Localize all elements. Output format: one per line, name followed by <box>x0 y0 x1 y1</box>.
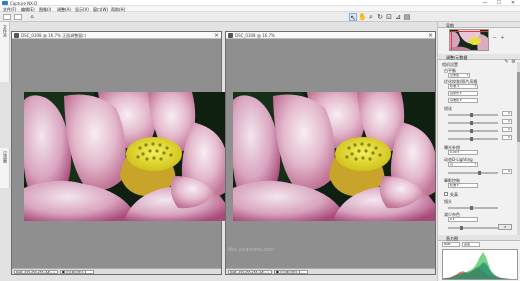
histogram-plot <box>442 249 518 280</box>
crop-icon[interactable]: ⊡ <box>385 13 393 21</box>
image-status-bar: RGB: 255,255,255 (ΔE:...) ■ 显示图示警示 ▾ <box>12 268 221 274</box>
pointer-icon[interactable]: ↖ <box>349 13 357 22</box>
sharpen-slider[interactable] <box>448 113 498 117</box>
noise-reset-button[interactable]: ↺ <box>498 224 512 230</box>
contrast-value[interactable]: 0 <box>502 119 512 124</box>
edit-icon[interactable]: ✎ <box>504 60 509 65</box>
navigator-header[interactable]: 导航 <box>438 22 520 28</box>
more-icon[interactable]: ▤ <box>403 13 411 21</box>
image-window-name: DSC_0308 @ 16.7% <box>235 33 275 38</box>
view-button[interactable] <box>14 14 22 20</box>
saturation-value[interactable]: 0 <box>502 135 512 140</box>
image-window-2[interactable]: DSC_0308 @ 16.7% × RGB: 255,255,255 (ΔE:… <box>225 31 436 275</box>
rgb-readout: RGB: 255,255,255 (ΔE:...) <box>228 270 272 274</box>
photo-lotus <box>233 92 435 221</box>
folder-tab-label: 文件夹 <box>3 25 8 37</box>
hand-icon[interactable]: ✋ <box>358 13 367 21</box>
photo-lotus <box>24 92 226 221</box>
brightness-value[interactable]: 0 <box>502 127 512 132</box>
filter-tab-label: 过滤器 <box>3 151 8 163</box>
image-icon <box>14 33 19 38</box>
contrast-slider[interactable] <box>448 121 498 125</box>
filter-panel-tab[interactable]: 过滤器 <box>0 148 10 188</box>
saturation-slider[interactable] <box>448 137 498 141</box>
straighten-icon[interactable]: ⊿ <box>394 13 402 21</box>
histogram-chart <box>443 252 517 279</box>
vignette-dropdown[interactable]: 标准 ▾ <box>448 183 478 188</box>
image-window-name: DSC_0308 @ 16.7% 正面调整窗口 <box>21 33 87 38</box>
toolbar: ⌂ ↖ ✋ ⌕ ↻ ⊡ ⊿ ▤ <box>0 12 520 22</box>
browse-button[interactable] <box>3 14 11 20</box>
zoom-out-icon[interactable]: − <box>492 36 497 41</box>
white-balance-dropdown[interactable]: 记录值 ▾ <box>448 73 470 78</box>
navigator-viewport[interactable] <box>451 31 488 50</box>
zoom-in-icon[interactable]: + <box>500 36 505 41</box>
image-window-1[interactable]: DSC_0308 @ 16.7% 正面调整窗口 × RGB: 255,255,2… <box>11 31 226 275</box>
navigator-thumbnail[interactable] <box>449 29 489 51</box>
watermark: bbs.ylcamera.com <box>228 247 275 253</box>
close-icon[interactable]: × <box>428 32 433 39</box>
image-status-bar: RGB: 255,255,255 (ΔE:...) ■ 显示图示警示 ▾ <box>226 268 435 274</box>
sub-dropdown-1[interactable]: 自然光 ▾ <box>448 91 478 96</box>
active-dlighting-dropdown[interactable]: 高 ▾ <box>448 162 478 167</box>
right-panel: 导航 − + 调整/元数据 ✎ ⚙ 相机设置 白平衡 记录值 ▾ 优化校准/照片风… <box>437 22 520 281</box>
dlighting-value[interactable]: 0 <box>502 169 512 174</box>
image-icon <box>228 33 233 38</box>
lens-label: 镜头 <box>444 199 452 204</box>
lens-slider[interactable] <box>448 206 498 210</box>
zoom-icon[interactable]: ⌕ <box>367 13 375 21</box>
exposure-dropdown[interactable]: 0.00 ▾ <box>448 150 478 155</box>
rgb-readout: RGB: 255,255,255 (ΔE:...) <box>14 270 58 274</box>
histogram-mode-dropdown[interactable]: 亮度 <box>462 242 480 247</box>
rotate-icon[interactable]: ↻ <box>376 13 384 21</box>
histogram-green-series <box>443 252 517 279</box>
distortion-checkbox[interactable] <box>444 192 448 196</box>
settings-icon[interactable]: ⚙ <box>511 60 516 65</box>
histogram-channel-dropdown[interactable]: RGB <box>442 242 460 247</box>
folder-panel-tab[interactable]: 文件夹 <box>0 22 10 82</box>
noise-dropdown[interactable]: 0 ▾ <box>448 217 478 222</box>
sharpen-label: 锐化 <box>444 106 452 111</box>
histogram-header[interactable]: 直方图 <box>438 235 520 241</box>
image-window-title[interactable]: DSC_0308 @ 16.7% × <box>226 32 435 39</box>
close-icon[interactable]: × <box>214 32 219 39</box>
sub-dropdown-2[interactable]: 基准值 ▾ <box>448 98 478 103</box>
noise-slider[interactable] <box>448 226 498 230</box>
lotus-image <box>233 92 435 221</box>
dlighting-slider[interactable] <box>448 171 498 175</box>
sharpen-value[interactable]: 0 <box>502 111 512 116</box>
brightness-slider[interactable] <box>448 129 498 133</box>
distortion-label: 失真 <box>450 192 458 197</box>
home-icon[interactable]: ⌂ <box>28 13 36 21</box>
image-window-title[interactable]: DSC_0308 @ 16.7% 正面调整窗口 × <box>12 32 221 39</box>
lotus-image <box>24 92 226 221</box>
picture-control-dropdown[interactable]: 标准_S ▾ <box>448 84 478 89</box>
app-icon <box>2 1 8 5</box>
adjust-title: 调整/元数据 <box>446 55 468 60</box>
highlight-warning-toggle[interactable]: ■ 显示图示警示 ▾ <box>274 270 308 274</box>
highlight-warning-toggle[interactable]: ■ 显示图示警示 ▾ <box>60 270 94 274</box>
